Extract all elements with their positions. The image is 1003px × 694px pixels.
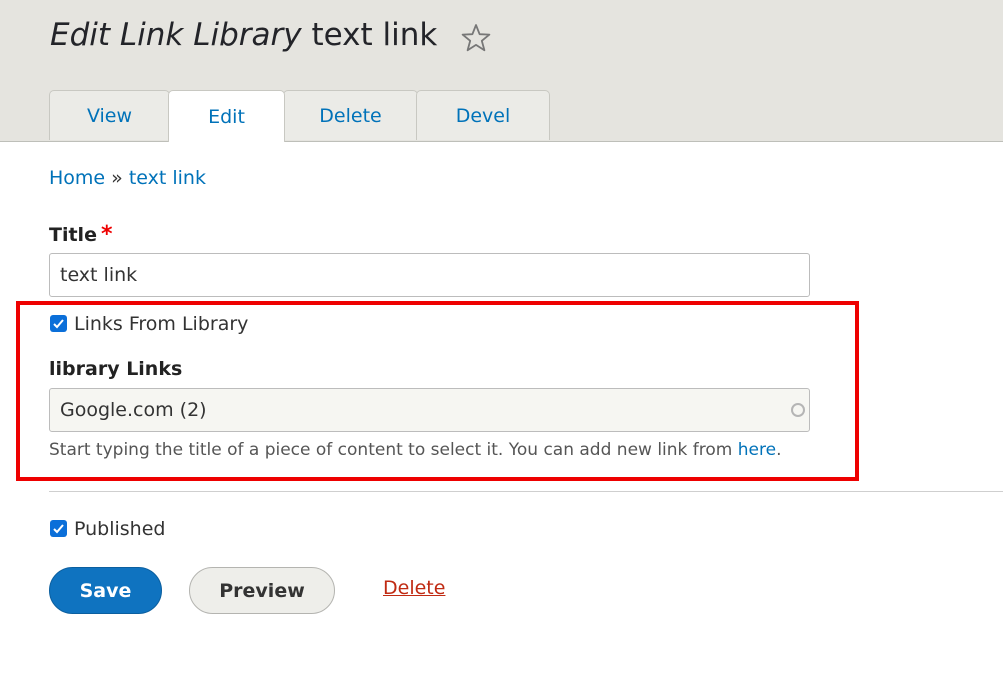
star-outline-icon[interactable] [460,22,492,54]
breadcrumb-separator: » [111,167,123,189]
published-label[interactable]: Published [74,518,165,540]
breadcrumb-current-link[interactable]: text link [129,167,206,189]
delete-link[interactable]: Delete [383,577,445,599]
description-end: . [776,440,782,460]
preview-button[interactable]: Preview [189,567,335,614]
title-field-value: text link [60,264,138,286]
here-link[interactable]: here [738,440,776,460]
page-title: Edit Link Library text link [50,14,437,56]
tab-devel[interactable]: Devel [416,90,550,140]
divider [49,491,1003,492]
tab-delete[interactable]: Delete [283,90,418,140]
title-label: Title * [49,222,112,247]
library-links-description: Start typing the title of a piece of con… [49,440,781,460]
description-text: Start typing the title of a piece of con… [49,440,738,460]
required-mark: * [100,222,113,247]
library-links-value: Google.com (2) [60,399,207,421]
page-title-type: Edit Link Library [50,17,302,53]
save-button[interactable]: Save [49,567,162,614]
tab-edit[interactable]: Edit [168,90,285,142]
checkmark-icon [53,319,64,329]
title-field[interactable]: text link [49,253,810,297]
library-links-label: library Links [49,358,183,380]
throbber-icon [791,403,805,417]
breadcrumb: Home » text link [49,167,206,189]
page-header: Edit Link Library text link View Edit De… [0,0,1003,142]
breadcrumb-home-link[interactable]: Home [49,167,105,189]
links-from-library-label[interactable]: Links From Library [74,313,248,335]
page-title-node: text link [311,17,438,53]
published-checkbox[interactable] [50,520,67,537]
checkmark-icon [53,524,64,534]
tab-view[interactable]: View [49,90,170,140]
title-label-text: Title [49,224,97,246]
library-links-autocomplete[interactable]: Google.com (2) [49,388,810,432]
links-from-library-checkbox[interactable] [50,315,67,332]
